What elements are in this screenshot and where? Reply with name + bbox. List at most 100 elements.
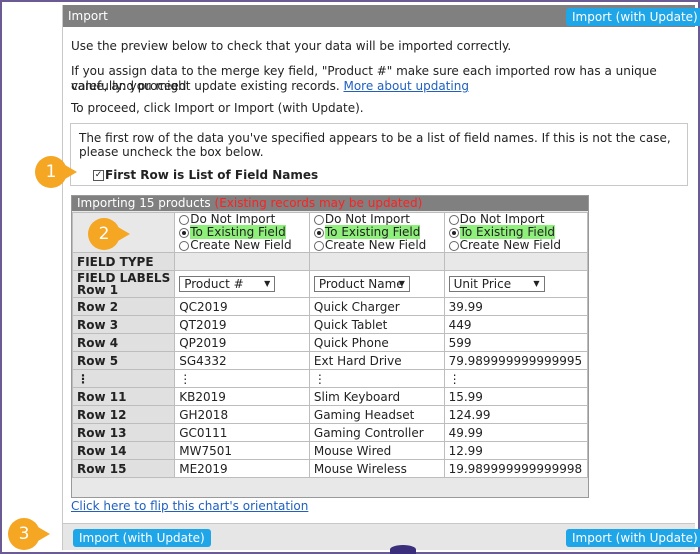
- unit-price-select[interactable]: Unit Price ▼: [448, 276, 545, 292]
- mapping-cell-1: Do Not Import To Existing Field Create N…: [174, 212, 310, 253]
- chevron-down-icon: ▼: [398, 279, 405, 288]
- table-cell: Mouse Wired: [308, 441, 445, 460]
- row-1-label: Row 1: [77, 283, 119, 297]
- radio-label: Do Not Import: [459, 212, 545, 226]
- table-row: Row 13 GC0111 Gaming Controller 49.99: [71, 423, 589, 442]
- import-with-update-button-bottom-left[interactable]: Import (with Update): [73, 529, 211, 547]
- select-value: Product #: [184, 277, 244, 291]
- radio-create-new-field-2[interactable]: Create New Field: [313, 239, 440, 252]
- table-cell: ⋮: [443, 369, 589, 388]
- table-cell: QP2019: [174, 333, 310, 352]
- table-cell: 19.989999999999998: [443, 459, 589, 478]
- mapping-row: Do Not Import To Existing Field Create N…: [71, 212, 589, 253]
- panel-title: Import: [68, 9, 108, 23]
- select-value: Product Name: [318, 277, 404, 291]
- row-label: Row 2: [71, 297, 176, 316]
- first-row-checkbox[interactable]: ✓: [93, 170, 104, 181]
- field-type-label: FIELD TYPE: [71, 252, 176, 271]
- row-label: Row 15: [71, 459, 176, 478]
- table-cell: Gaming Controller: [308, 423, 445, 442]
- radio-icon[interactable]: [313, 240, 324, 251]
- row-label: Row 5: [71, 351, 176, 370]
- table-cell: Slim Keyboard: [308, 387, 445, 406]
- preview-table: Do Not Import To Existing Field Create N…: [71, 212, 589, 478]
- radio-icon[interactable]: [179, 227, 190, 238]
- mapping-cell-3: Do Not Import To Existing Field Create N…: [443, 212, 589, 253]
- intro-line-2b-text: carefully: you might update existing rec…: [71, 79, 340, 93]
- table-row: Row 5 SG4332 Ext Hard Drive 79.989999999999…: [71, 351, 589, 370]
- row-label: ⋮: [71, 369, 176, 388]
- radio-icon[interactable]: [448, 227, 459, 238]
- row-label: Row 11: [71, 387, 176, 406]
- table-row: Row 11 KB2019 Slim Keyboard 15.99: [71, 387, 589, 406]
- field-type-cell: [174, 252, 310, 271]
- field-type-cell: [443, 252, 589, 271]
- more-about-updating-link[interactable]: More about updating: [343, 79, 468, 93]
- product-number-select[interactable]: Product # ▼: [179, 276, 276, 292]
- table-cell: 15.99: [443, 387, 589, 406]
- mapping-cell-2: Do Not Import To Existing Field Create N…: [308, 212, 445, 253]
- table-cell: 599: [443, 333, 589, 352]
- table-cell: ME2019: [174, 459, 310, 478]
- intro-line-3: To proceed, click Import or Import (with…: [71, 101, 364, 115]
- radio-label: To Existing Field: [324, 225, 421, 239]
- callout-number: 1: [45, 162, 57, 182]
- chevron-down-icon: ▼: [533, 279, 540, 288]
- table-row: Row 12 GH2018 Gaming Headset 124.99: [71, 405, 589, 424]
- import-with-update-button-top[interactable]: Import (with Update): [566, 8, 700, 26]
- radio-label: Do Not Import: [190, 212, 276, 226]
- table-row: Row 2 QC2019 Quick Charger 39.99: [71, 297, 589, 316]
- radio-icon[interactable]: [179, 240, 190, 251]
- radio-icon[interactable]: [448, 214, 459, 225]
- table-cell: 449: [443, 315, 589, 334]
- radio-icon[interactable]: [313, 214, 324, 225]
- radio-icon[interactable]: [179, 214, 190, 225]
- product-name-select[interactable]: Product Name ▼: [313, 276, 410, 292]
- flip-orientation-link[interactable]: Click here to flip this chart's orientat…: [71, 499, 308, 513]
- table-cell: 124.99: [443, 405, 589, 424]
- chevron-down-icon: ▼: [264, 279, 271, 288]
- radio-label: Create New Field: [459, 238, 561, 252]
- table-cell: ⋮: [308, 369, 445, 388]
- table-cell: Ext Hard Drive: [308, 351, 445, 370]
- grid-heading: Importing 15 products (Existing records …: [72, 196, 588, 211]
- grid-warning: (Existing records may be updated): [214, 196, 423, 210]
- callout-number: 3: [18, 524, 30, 544]
- first-row-checkbox-row[interactable]: ✓ First Row is List of Field Names: [93, 168, 318, 182]
- radio-label: To Existing Field: [459, 225, 556, 239]
- radio-icon[interactable]: [448, 240, 459, 251]
- table-cell: Quick Tablet: [308, 315, 445, 334]
- callout-3: 3: [8, 518, 50, 550]
- table-cell: GC0111: [174, 423, 310, 442]
- table-cell: Quick Charger: [308, 297, 445, 316]
- table-row: Row 14 MW7501 Mouse Wired 12.99: [71, 441, 589, 460]
- import-with-update-button-bottom-right[interactable]: Import (with Update): [566, 529, 700, 547]
- row-label: Row 14: [71, 441, 176, 460]
- field-type-cell: [308, 252, 445, 271]
- first-row-box: The first row of the data you've specifi…: [70, 123, 688, 186]
- radio-icon[interactable]: [313, 227, 324, 238]
- table-cell: Gaming Headset: [308, 405, 445, 424]
- field-type-row: FIELD TYPE: [71, 252, 589, 271]
- import-preview-grid: Importing 15 products (Existing records …: [71, 195, 589, 498]
- row-label: Row 4: [71, 333, 176, 352]
- footer-bar: Import (with Update) Import (with Update…: [63, 523, 700, 550]
- field-select-cell-2: Product Name ▼: [308, 270, 445, 298]
- table-cell: QC2019: [174, 297, 310, 316]
- callout-pointer: [118, 227, 130, 241]
- table-cell: 39.99: [443, 297, 589, 316]
- row-label: Row 3: [71, 315, 176, 334]
- decorative-shape: [390, 545, 416, 554]
- intro-line-2b: carefully: you might update existing rec…: [71, 79, 469, 94]
- radio-label: Create New Field: [190, 238, 292, 252]
- table-row: Row 4 QP2019 Quick Phone 599: [71, 333, 589, 352]
- intro-line-1: Use the preview below to check that your…: [71, 39, 512, 53]
- row-label: Row 13: [71, 423, 176, 442]
- table-cell: ⋮: [174, 369, 310, 388]
- radio-create-new-field-3[interactable]: Create New Field: [448, 238, 583, 252]
- grid-heading-text: Importing 15 products: [77, 196, 211, 210]
- radio-create-new-field-1[interactable]: Create New Field: [179, 239, 305, 252]
- table-cell: MW7501: [174, 441, 310, 460]
- table-cell: 12.99: [443, 441, 589, 460]
- table-cell: KB2019: [174, 387, 310, 406]
